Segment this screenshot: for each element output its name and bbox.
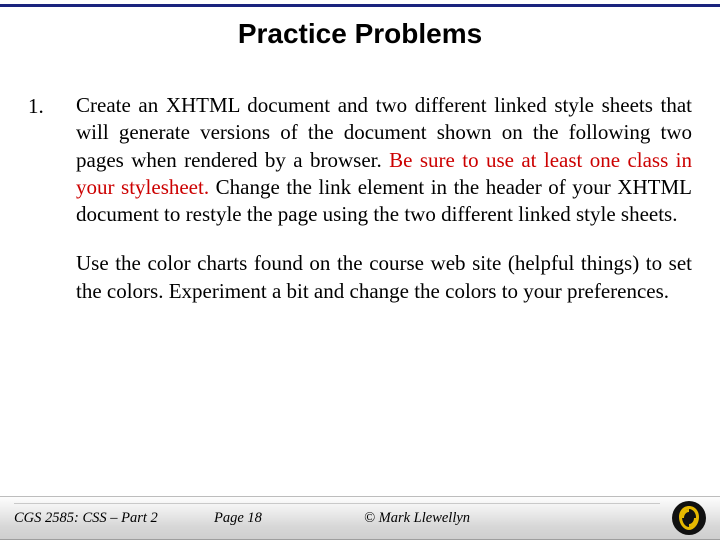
problem-item-1: 1. Create an XHTML document and two diff… — [28, 92, 692, 305]
footer-copyright: © Mark Llewellyn — [364, 510, 672, 527]
ucf-pegasus-logo — [672, 501, 706, 535]
footer-rule — [14, 503, 660, 504]
problem-number: 1. — [28, 92, 76, 120]
slide-footer: CGS 2585: CSS – Part 2 Page 18 © Mark Ll… — [0, 496, 720, 540]
problem-paragraph-1: Create an XHTML document and two differe… — [76, 92, 692, 228]
top-rule — [0, 4, 720, 7]
problem-list: 1. Create an XHTML document and two diff… — [28, 92, 692, 305]
problem-paragraph-2: Use the color charts found on the course… — [76, 250, 692, 305]
page-title: Practice Problems — [0, 18, 720, 50]
footer-course: CGS 2585: CSS – Part 2 — [14, 510, 214, 527]
problem-body: Create an XHTML document and two differe… — [76, 92, 692, 305]
footer-page: Page 18 — [214, 510, 364, 527]
